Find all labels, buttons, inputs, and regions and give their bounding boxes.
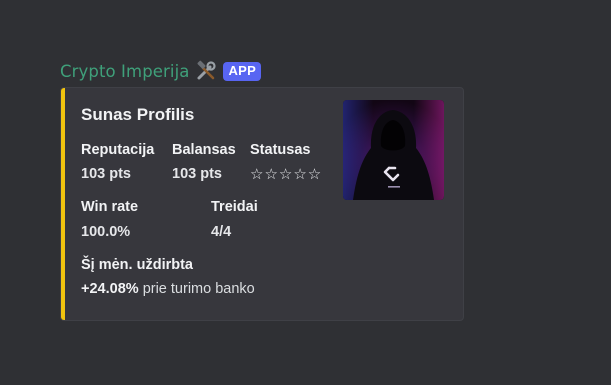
field-name-win-rate: Win rate: [81, 199, 139, 215]
hooded-figure-crypto-logo[interactable]: [343, 100, 444, 200]
profile-embed: Sunas Profilis Reputacija 103 pts Balans…: [60, 87, 464, 321]
field-name-earned: Šį mėn. uždirbta: [81, 257, 193, 273]
field-name-balansas: Balansas: [172, 142, 236, 158]
earned-percent: +24.08%: [81, 281, 139, 297]
message-header: Crypto Imperija APP: [60, 60, 262, 82]
embed-accent-bar: [61, 88, 65, 320]
earned-suffix: prie turimo banko: [142, 281, 255, 297]
app-badge: APP: [223, 61, 262, 81]
embed-title: Sunas Profilis: [81, 105, 195, 124]
field-value-treidai: 4/4: [211, 224, 232, 240]
field-value-balansas: 103 pts: [172, 166, 222, 182]
author-name[interactable]: Crypto Imperija: [60, 62, 189, 81]
bot-message: Crypto Imperija APP Sunas Profilis Reput…: [60, 60, 464, 321]
field-value-earned: +24.08% prie turimo banko: [81, 281, 255, 297]
hammer-wrench-icon: [195, 60, 217, 82]
field-value-statusas: ☆☆☆☆☆: [250, 166, 323, 183]
field-name-statusas: Statusas: [250, 142, 311, 158]
field-value-reputacija: 103 pts: [81, 166, 131, 182]
field-name-treidai: Treidai: [211, 199, 258, 215]
field-name-reputacija: Reputacija: [81, 142, 155, 158]
field-value-win-rate: 100.0%: [81, 224, 131, 240]
